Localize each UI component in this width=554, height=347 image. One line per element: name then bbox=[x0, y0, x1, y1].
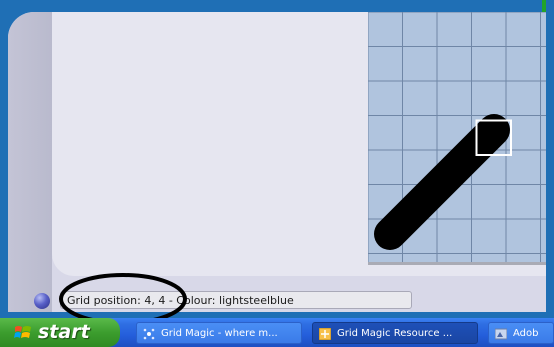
status-bar-text: Grid position: 4, 4 - Colour: lightsteel… bbox=[60, 291, 412, 309]
left-rail bbox=[8, 12, 52, 312]
grid-lines bbox=[368, 12, 546, 262]
grid-canvas[interactable] bbox=[368, 12, 546, 265]
status-row: Grid position: 4, 4 - Colour: lightsteel… bbox=[0, 288, 554, 318]
status-orb-icon bbox=[34, 293, 50, 309]
taskbar-item-grid-magic-resource[interactable]: Grid Magic Resource ... bbox=[312, 322, 478, 344]
taskbar-item-label: Grid Magic - where m... bbox=[161, 328, 278, 339]
taskbar-item-label: Adob bbox=[513, 328, 539, 339]
adobe-icon bbox=[495, 328, 507, 340]
windows-flag-icon bbox=[14, 326, 31, 338]
taskbar-item-grid-magic[interactable]: Grid Magic - where m... bbox=[136, 322, 302, 344]
start-button[interactable]: start bbox=[0, 318, 120, 347]
taskbar-item-adobe[interactable]: Adob bbox=[488, 322, 554, 344]
taskbar-item-label: Grid Magic Resource ... bbox=[337, 328, 453, 339]
taskbar: start Grid Magic - where m... Grid Magic… bbox=[0, 318, 554, 347]
grid-magic-resource-icon bbox=[319, 328, 331, 340]
app-window bbox=[8, 12, 546, 312]
content-panel bbox=[52, 12, 546, 276]
screen: Grid position: 4, 4 - Colour: lightsteel… bbox=[0, 0, 554, 347]
grid-magic-icon bbox=[143, 328, 155, 340]
start-label: start bbox=[38, 321, 90, 343]
corner-accent bbox=[542, 0, 546, 12]
